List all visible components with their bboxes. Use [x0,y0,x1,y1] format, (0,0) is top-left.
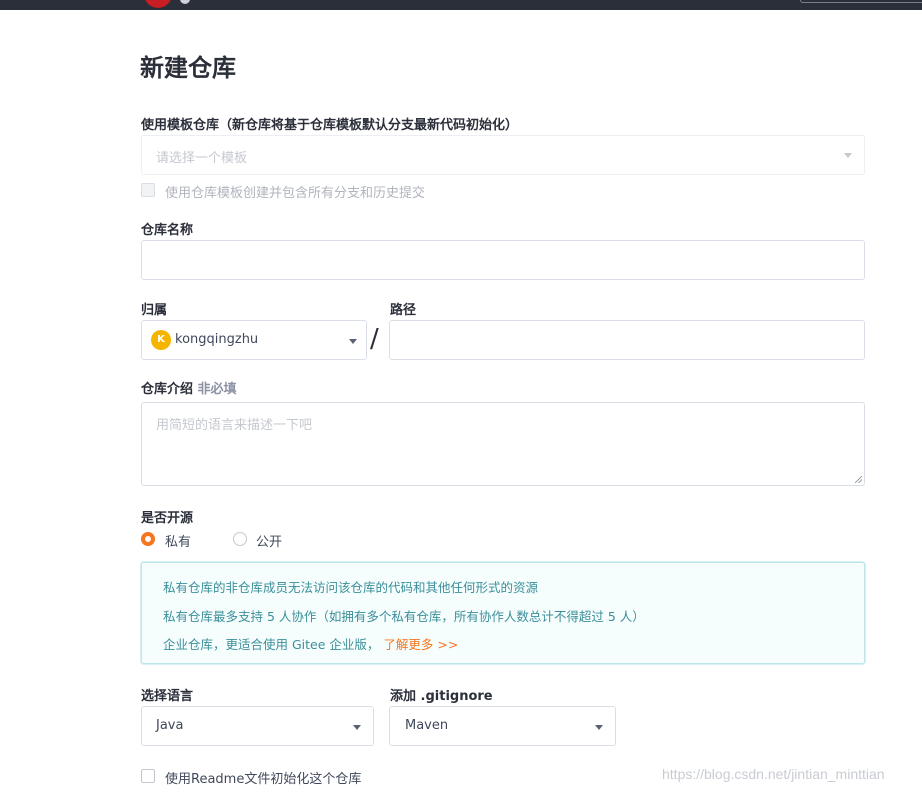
info-line-1: 私有仓库的非仓库成员无法访问该仓库的代码和其他任何形式的资源 [163,580,539,595]
chevron-down-icon [595,725,603,730]
gitignore-label: 添加 .gitignore [390,689,493,704]
owner-select[interactable]: K kongqingzhu [141,320,367,360]
gitee-logo[interactable] [144,0,172,8]
description-textarea[interactable]: 用简短的语言来描述一下吧 [141,402,865,486]
chevron-down-icon [844,153,852,158]
path-input[interactable] [389,320,865,360]
template-label: 使用模板仓库（新仓库将基于仓库模板默认分支最新代码初始化） [141,118,519,133]
description-label: 仓库介绍 非必填 [141,378,237,397]
repo-name-label: 仓库名称 [141,223,194,238]
avatar: K [151,330,171,350]
page-title: 新建仓库 [140,54,236,82]
info-line-3: 企业仓库，更适合使用 Gitee 企业版， 了解更多 >> [163,634,458,653]
path-label: 路径 [390,303,417,318]
description-label-text: 仓库介绍 [141,382,194,397]
repo-name-input[interactable] [141,240,865,280]
language-value: Java [156,718,184,733]
visibility-label: 是否开源 [141,511,194,526]
path-separator: / [370,324,379,354]
watermark: https://blog.csdn.net/jintian_minttian [662,766,885,782]
owner-value: kongqingzhu [175,332,259,347]
radio-public[interactable] [233,532,247,546]
info-line-3-text: 企业仓库，更适合使用 Gitee 企业版， [163,637,380,652]
template-placeholder: 请选择一个模板 [156,151,248,166]
gitignore-select[interactable]: Maven [389,706,616,746]
private-info-box: 私有仓库的非仓库成员无法访问该仓库的代码和其他任何形式的资源 私有仓库最多支持 … [141,562,865,664]
resize-handle-icon[interactable] [855,476,862,483]
readme-checkbox[interactable] [141,769,155,783]
readme-label[interactable]: 使用Readme文件初始化这个仓库 [165,768,361,787]
radio-private[interactable] [141,532,155,546]
learn-more-link[interactable]: 了解更多 >> [383,637,458,652]
description-placeholder: 用简短的语言来描述一下吧 [156,418,313,433]
optional-tag: 非必填 [197,382,237,397]
chevron-down-icon [349,339,357,344]
language-select[interactable]: Java [141,706,374,746]
radio-private-label[interactable]: 私有 [165,531,191,550]
include-all-checkbox[interactable] [141,183,155,197]
top-nav-bar [0,0,922,10]
language-label: 选择语言 [141,689,194,704]
owner-label: 归属 [141,303,168,318]
chevron-down-icon [353,725,361,730]
logo-mark [180,0,190,4]
gitignore-value: Maven [405,718,449,733]
radio-public-label[interactable]: 公开 [256,531,282,550]
info-line-2: 私有仓库最多支持 5 人协作（如拥有多个私有仓库，所有协作人数总计不得超过 5 … [163,609,645,624]
include-all-label: 使用仓库模板创建并包含所有分支和历史提交 [165,186,426,201]
search-input[interactable] [800,0,922,3]
template-select[interactable]: 请选择一个模板 [141,135,865,175]
